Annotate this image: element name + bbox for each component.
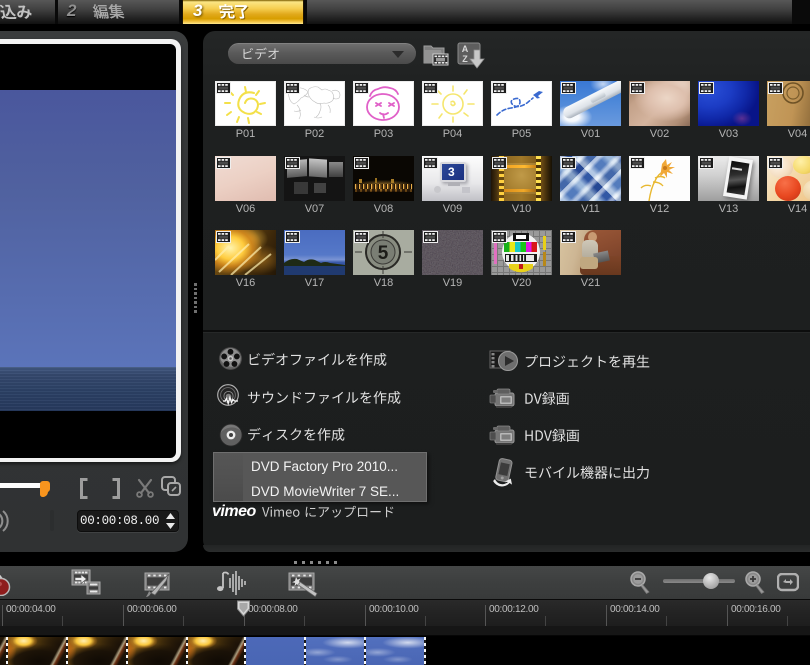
svg-text:A: A bbox=[462, 44, 469, 54]
svg-text:5: 5 bbox=[378, 243, 389, 264]
svg-text:Z: Z bbox=[462, 54, 468, 64]
